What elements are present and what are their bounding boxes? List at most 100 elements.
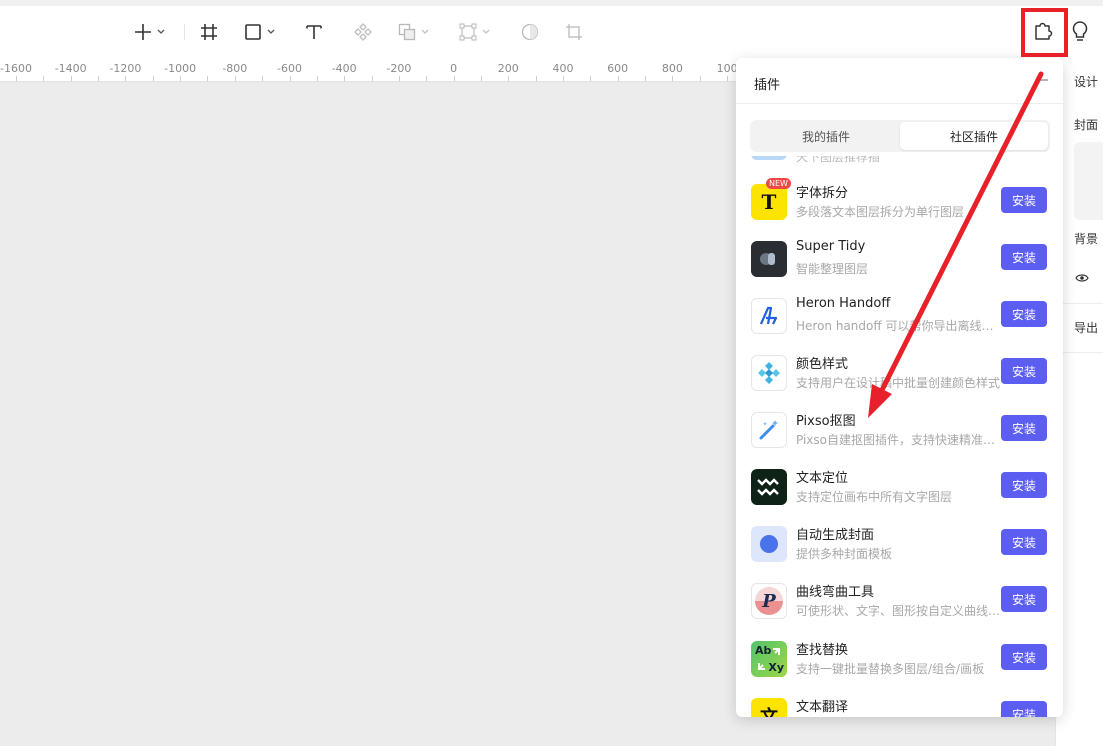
ruler-tick: [16, 76, 17, 81]
ruler-label: 600: [607, 62, 629, 75]
install-button[interactable]: 安装: [1001, 472, 1047, 498]
plugin-name: 文本翻译: [796, 700, 849, 715]
vector-tool[interactable]: [459, 19, 491, 45]
plugin-desc: Heron handoff 可以帮你导出离线标注: [796, 319, 1001, 333]
crop-tool[interactable]: [565, 19, 583, 45]
boolean-tool[interactable]: [398, 19, 430, 45]
install-button[interactable]: 安装: [1001, 701, 1047, 717]
close-icon[interactable]: [1035, 72, 1051, 88]
ruler-label: -800: [222, 62, 248, 75]
install-button[interactable]: 安装: [1001, 301, 1047, 327]
heron-handoff-icon: [751, 298, 787, 334]
chevron-down-icon: [421, 29, 429, 34]
plugin-name: 查找替换: [796, 643, 849, 658]
font-split-icon: T: [751, 184, 787, 220]
ruler-label: -1200: [109, 62, 142, 75]
crop-icon: [566, 24, 582, 40]
partial-plugin-icon: [751, 156, 787, 160]
plugin-name: 曲线弯曲工具: [796, 585, 875, 600]
mask-icon: [521, 23, 539, 41]
auto-cover-icon: [751, 526, 787, 562]
plugin-item[interactable]: Ab Xy 查找替换 支持一键批量替换多图层/组合/画板 安装: [736, 637, 1063, 694]
font-split-glyph: T: [761, 190, 777, 214]
ruler-tick: [563, 76, 564, 81]
plugin-item[interactable]: 颜色样式 支持用户在设计稿中批量创建颜色样式 安装: [736, 351, 1063, 408]
ruler-label: -1000: [164, 62, 197, 75]
plugin-desc: Pixso自建抠图插件，支持快速精准抠图: [796, 433, 1001, 447]
eye-icon[interactable]: [1075, 273, 1089, 283]
cover-preview[interactable]: [1074, 142, 1103, 220]
lightbulb-icon: [1072, 21, 1088, 41]
ruler-tick: [234, 76, 236, 81]
ruler-tick: [398, 76, 400, 81]
install-button[interactable]: 安装: [1001, 644, 1047, 670]
plugin-name: 文本定位: [796, 471, 849, 486]
pixso-cutout-icon: [751, 412, 787, 448]
ruler-label: -600: [277, 62, 302, 75]
install-button[interactable]: 安装: [1001, 358, 1047, 384]
tab-community-plugins[interactable]: 社区插件: [900, 122, 1048, 150]
plugin-name: 字体拆分: [796, 186, 849, 201]
rectangle-icon: [245, 24, 261, 40]
plugin-item[interactable]: 自动生成封面 提供多种封面模板 安装: [736, 522, 1063, 579]
shape-tool[interactable]: [244, 19, 276, 45]
install-button[interactable]: 安装: [1001, 187, 1047, 213]
text-tool[interactable]: [305, 19, 323, 45]
plugin-item[interactable]: Heron Handoff Heron handoff 可以帮你导出离线标注 安…: [736, 294, 1063, 351]
plugin-list: 天下图层推荐插 T NEW 字体拆分 多段落文本图层拆分为单行图层 安装 Sup…: [736, 156, 1063, 717]
ruler-label: 400: [552, 62, 574, 75]
plugin-panel: 插件 我的插件 社区插件 天下图层推荐插 T NEW 字体拆分 多段落文本图层拆…: [736, 58, 1063, 717]
ruler-tick: [617, 76, 619, 81]
toolbar-separator: [184, 24, 185, 40]
ruler-tick: [180, 76, 182, 81]
ruler-tick: [98, 76, 100, 81]
color-style-glyph: [758, 362, 780, 384]
plugin-name: 颜色样式: [796, 357, 849, 372]
annotation-highlight-box: [1021, 8, 1068, 57]
plugin-panel-header: 插件: [736, 58, 1063, 104]
ruler-tick: [590, 76, 592, 81]
ruler-label: -200: [386, 62, 412, 75]
ruler-tick: [699, 76, 701, 81]
hint-button[interactable]: [1071, 18, 1089, 44]
ruler-tick: [672, 76, 674, 81]
component-tool[interactable]: [354, 19, 372, 45]
add-tool[interactable]: [134, 19, 166, 45]
install-button[interactable]: 安装: [1001, 529, 1047, 555]
ruler-tick: [535, 76, 537, 81]
divider: [1056, 352, 1103, 353]
plugin-desc: 提供多种封面模板: [796, 547, 893, 561]
ruler-label: -1400: [54, 62, 87, 75]
plugin-desc: 支持定位画布中所有文字图层: [796, 490, 953, 504]
plugin-name: Pixso抠图: [796, 414, 856, 429]
mask-tool[interactable]: [521, 19, 539, 45]
tab-my-plugins[interactable]: 我的插件: [752, 122, 900, 150]
install-button[interactable]: 安装: [1001, 244, 1047, 270]
plugin-name: Super Tidy: [796, 239, 866, 254]
text-translate-glyph: 文: [760, 703, 778, 717]
plugin-item[interactable]: Pixso抠图 Pixso自建抠图插件，支持快速精准抠图 安装: [736, 408, 1063, 465]
heron-handoff-glyph: [759, 306, 778, 325]
text-locate-glyph: [757, 478, 779, 496]
plugin-item[interactable]: P 曲线弯曲工具 可使形状、文字、图形按自定义曲线弯曲 安装: [736, 579, 1063, 636]
install-button[interactable]: 安装: [1001, 415, 1047, 441]
plugin-item[interactable]: T NEW 字体拆分 多段落文本图层拆分为单行图层 安装: [736, 178, 1063, 237]
frame-tool[interactable]: [200, 19, 218, 45]
design-tab[interactable]: 设计: [1074, 73, 1098, 90]
ruler-label: 200: [497, 62, 519, 75]
text-locate-icon: [751, 469, 787, 505]
new-badge: NEW: [766, 178, 791, 189]
plugin-item[interactable]: Super Tidy 智能整理图层 安装: [736, 237, 1063, 294]
ruler-tick: [727, 76, 729, 81]
plugin-desc: 多段落文本图层拆分为单行图层: [796, 205, 965, 219]
frame-icon: [201, 24, 217, 40]
boolean-icon: [398, 23, 416, 41]
plugin-item[interactable]: 文 文本翻译 安装: [736, 694, 1063, 717]
swap-arrows-icon: [758, 648, 780, 670]
install-button[interactable]: 安装: [1001, 586, 1047, 612]
toolbar: [0, 6, 1103, 58]
plugin-panel-title: 插件: [754, 78, 781, 93]
plugin-item[interactable]: 文本定位 支持定位画布中所有文字图层 安装: [736, 465, 1063, 522]
super-tidy-glyph: [760, 253, 775, 265]
vector-icon: [459, 23, 477, 41]
